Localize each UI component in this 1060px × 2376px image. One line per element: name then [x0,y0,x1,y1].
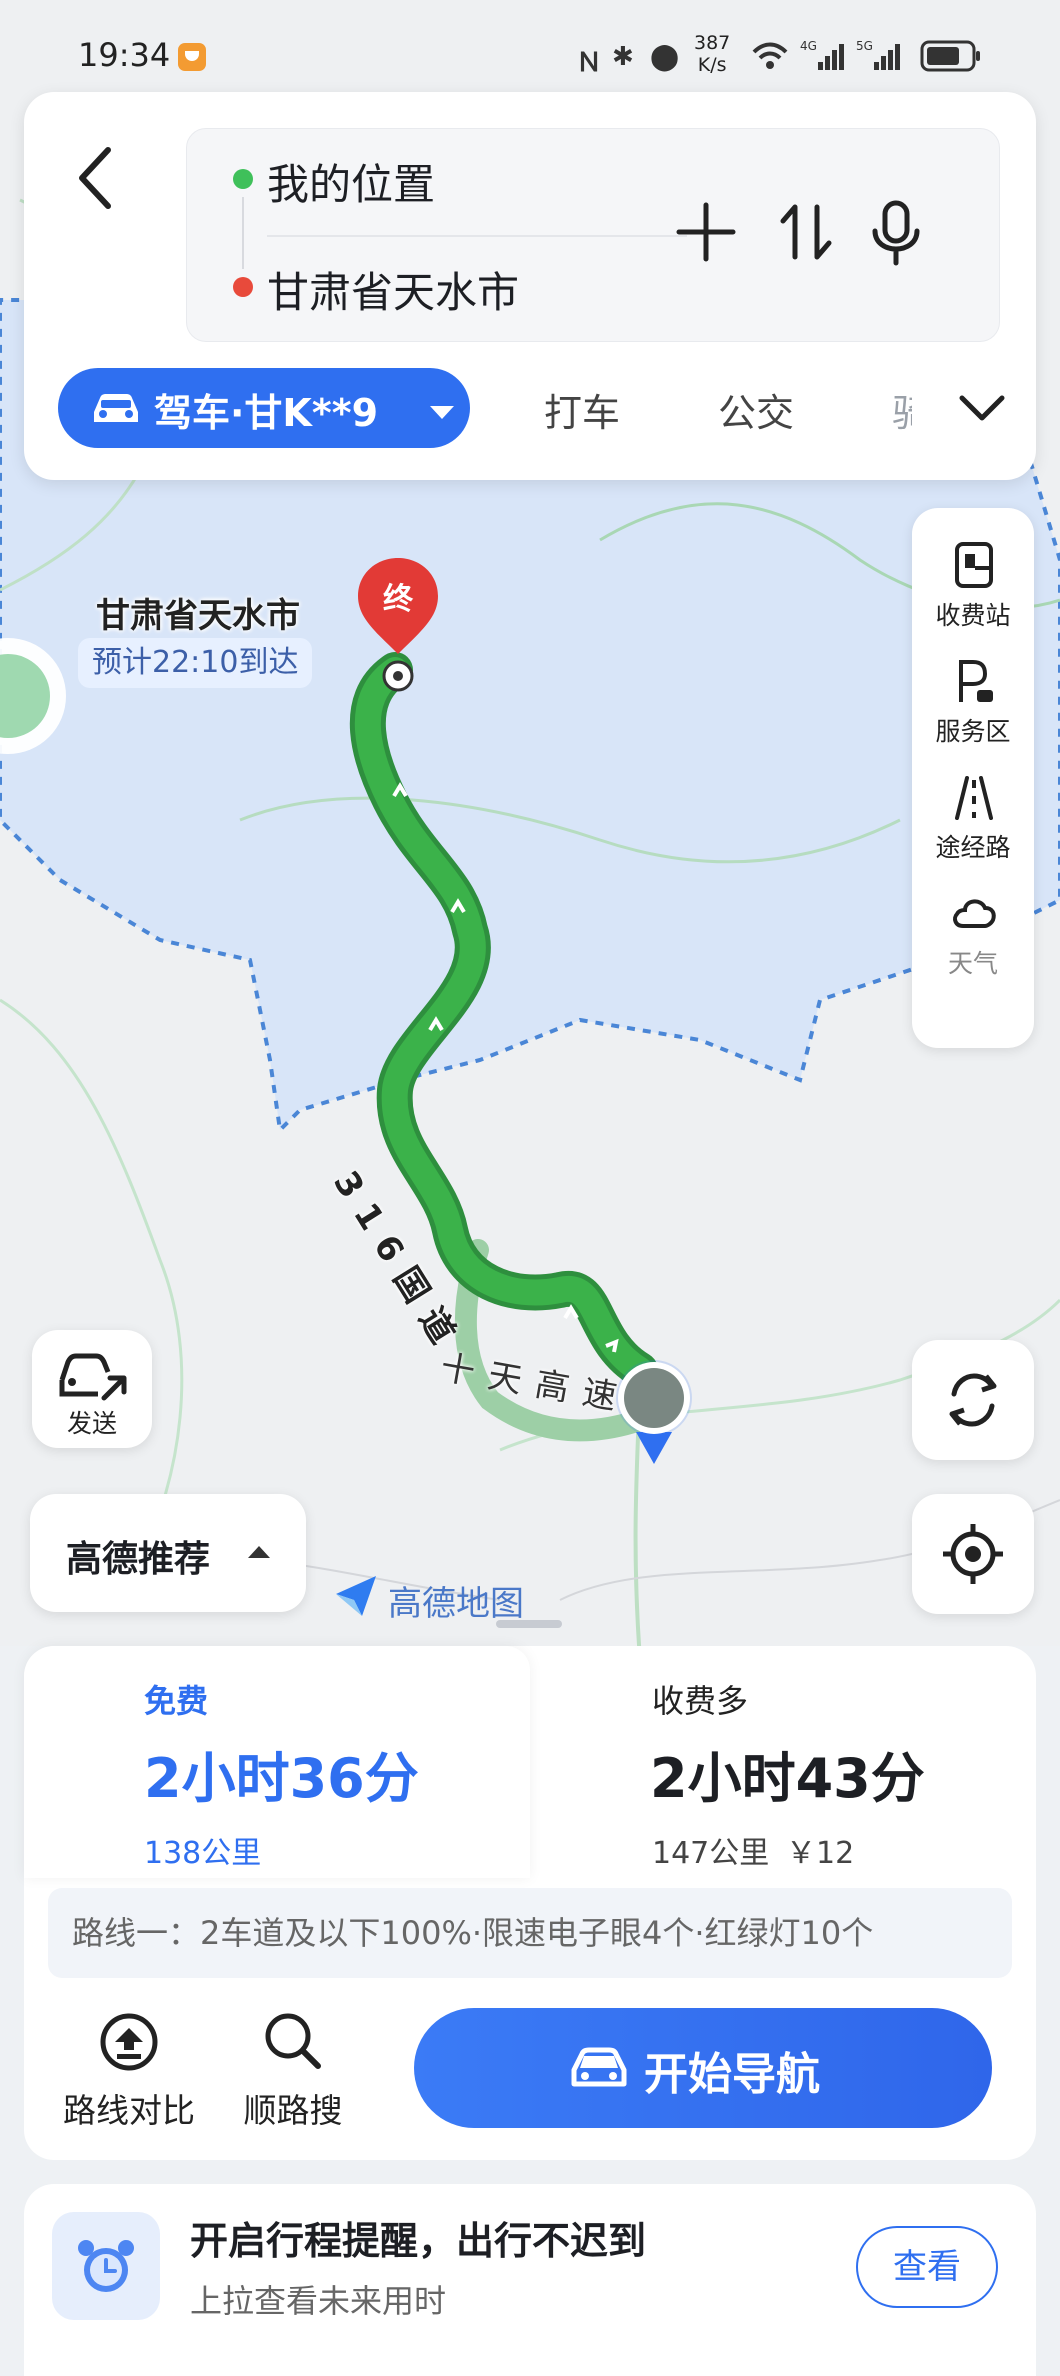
search-icon [265,2013,321,2069]
reminder-title: 开启行程提醒，出行不迟到 [190,2219,647,2263]
compare-icon [100,2013,158,2071]
origin-dot-icon [233,169,253,189]
route-1-distance: 138公里 [144,1836,262,1871]
mode-drive-button[interactable]: 驾车·甘K**9 [58,368,470,448]
net-speed: 387 K/s [694,32,730,76]
route-2-distance: 147公里 [652,1836,770,1871]
signal-4g-icon: 4G [800,39,844,70]
battery-icon [920,40,980,72]
service-area-icon [959,660,993,702]
weather-label: 天气 [947,949,998,978]
trip-reminder-card[interactable]: 开启行程提醒，出行不迟到 上拉查看未来用时 查看 [24,2184,1036,2376]
crosshair-icon [943,1524,1003,1584]
route-2-duration: 2小时43分 [650,1747,925,1810]
travel-mode-bar: 驾车·甘K**9 打车 公交 骑 [24,360,1036,460]
route-2-toll: ￥12 [786,1836,855,1871]
route-search-card: 我的位置 甘肃省天水市 驾车·甘K**9 打车 公交 骑 [24,92,1036,480]
route-preference-label: 高德推荐 [66,1539,211,1580]
toll-station-icon [955,542,993,588]
app-notification-icon [178,43,206,71]
amap-logo: 高德地图 [332,1572,524,1624]
tab-taxi[interactable]: 打车 [544,382,620,437]
along-route-search-button[interactable]: 顺路搜 [218,2006,368,2130]
nfc-icon: Ｎ [576,48,603,78]
svg-text:5G: 5G [856,39,873,53]
wifi-icon [752,42,788,69]
swap-route-button[interactable] [771,195,841,269]
route-1-duration: 2小时36分 [144,1747,419,1810]
end-marker-label[interactable]: 终 [378,574,418,618]
direction-arrow [636,1432,672,1464]
via-road-label: 途经路 [935,833,1011,862]
view-reminder-button[interactable]: 查看 [856,2226,998,2308]
net-speed-unit: K/s [697,54,727,76]
send-to-car-button[interactable]: 发送 [32,1330,152,1448]
start-navigation-label: 开始导航 [644,2049,820,2100]
amap-logo-text: 高德地图 [388,1584,524,1624]
compare-label: 路线对比 [63,2091,195,2130]
status-time: 19:34 [78,36,171,74]
toll-station-button[interactable]: 收费站 [912,526,1034,642]
destination-dot-icon [233,277,253,297]
send-label: 发送 [66,1409,117,1438]
eta-label: 预计22:10到达 [78,638,313,688]
route-divider [267,235,687,237]
car-icon [571,2047,627,2087]
route-preference-button[interactable]: 高德推荐 [30,1494,306,1612]
service-area-button[interactable]: 服务区 [912,642,1034,758]
destination-map-label: 甘肃省天水市 [96,596,300,636]
start-navigation-button[interactable]: 开始导航 [414,2008,992,2128]
route-input-box: 我的位置 甘肃省天水市 [186,128,1000,342]
tab-bike[interactable]: 骑 [892,382,912,437]
drag-handle[interactable] [496,1620,562,1628]
locate-me-button[interactable] [912,1494,1034,1614]
back-button[interactable] [68,140,124,216]
amap-logo-icon [336,1576,376,1616]
refresh-route-button[interactable] [912,1340,1034,1460]
service-area-label: 服务区 [935,717,1011,746]
route-description[interactable]: 路线一：2车道及以下100%·限速电子眼4个·红绿灯10个 [48,1888,1012,1978]
chevron-up-icon [248,1546,270,1558]
destination-field[interactable]: 甘肃省天水市 [267,259,519,320]
route-1-tag: 免费 [144,1682,209,1720]
toll-station-label: 收费站 [935,601,1011,630]
reminder-subtitle: 上拉查看未来用时 [190,2282,447,2320]
send-car-icon [59,1353,127,1401]
weather-button[interactable]: 天气 [912,874,1034,990]
via-road-button[interactable]: 途经路 [912,758,1034,874]
via-road-icon [955,776,993,820]
alarm-clock-icon [52,2212,160,2320]
svg-text:4G: 4G [800,39,817,53]
refresh-icon [949,1373,997,1427]
route-connector [242,197,244,269]
mode-drive-label: 驾车·甘K**9 [154,391,379,435]
car-icon [94,394,138,422]
cloud-icon [953,899,996,928]
tab-transit[interactable]: 公交 [718,382,794,437]
expand-modes-button[interactable] [954,382,1010,432]
origin-field[interactable]: 我的位置 [267,151,435,212]
add-waypoint-button[interactable] [671,195,741,269]
signal-5g-icon: 5G [856,39,900,70]
along-search-label: 顺路搜 [243,2091,343,2130]
chevron-down-icon [430,406,454,419]
voice-input-button[interactable] [861,195,931,269]
route-compare-button[interactable]: 路线对比 [54,2006,204,2130]
bluetooth-icon: ✱ [612,42,634,72]
location-icon: ⬤ [650,42,680,72]
net-speed-value: 387 [694,32,731,54]
route-2-tag: 收费多 [652,1682,749,1720]
map-tools-panel: 收费站 服务区 途经路 天气 [912,508,1034,1048]
status-bar: 19:34 Ｎ ✱ ⬤ 387 K/s 4G 5G [0,0,1060,90]
